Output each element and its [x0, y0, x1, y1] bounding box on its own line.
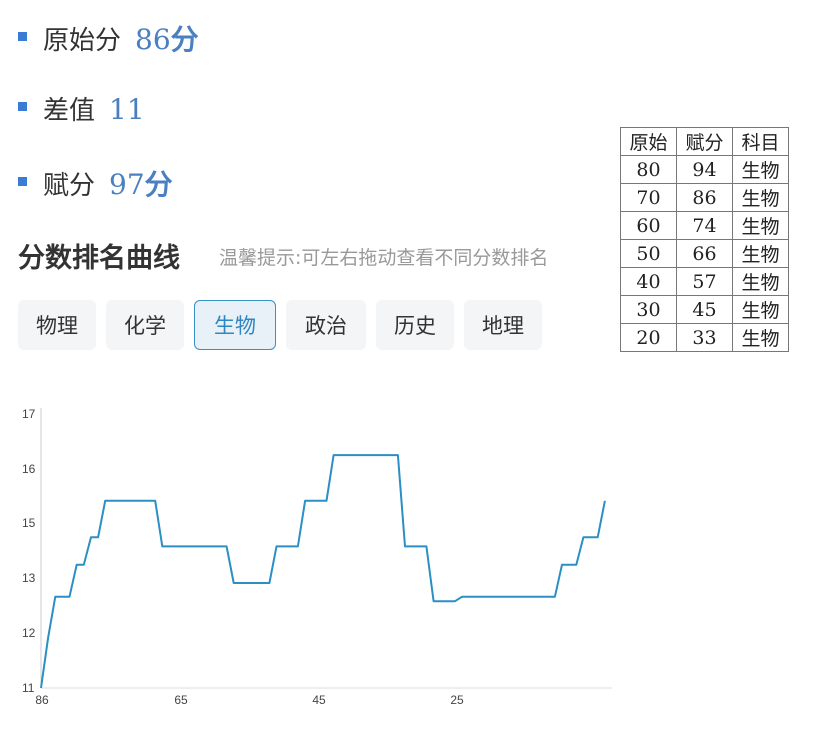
- y-tick-label: 13: [22, 571, 36, 585]
- table-header-cell: 科目: [732, 127, 789, 156]
- table-cell: 45: [676, 295, 733, 324]
- table-cell: 生物: [732, 211, 789, 240]
- table-header-cell: 原始: [620, 127, 677, 156]
- stat-label: 原始分: [43, 26, 122, 56]
- y-tick-label: 15: [22, 516, 36, 530]
- table-row: 40 57 生物: [620, 267, 789, 296]
- stat-difference: 差值 11: [18, 90, 145, 127]
- table-cell: 生物: [732, 295, 789, 324]
- stat-value: 86: [135, 23, 171, 56]
- section-title: 分数排名曲线: [18, 243, 180, 274]
- subject-tabs: 物理 化学 生物 政治 历史 地理: [18, 300, 542, 350]
- x-tick-label: 86: [35, 693, 49, 707]
- table-row: 30 45 生物: [620, 295, 789, 324]
- table-cell: 66: [676, 239, 733, 268]
- table-cell: 57: [676, 267, 733, 296]
- table-cell: 60: [620, 211, 677, 240]
- table-cell: 20: [620, 323, 677, 352]
- table-cell: 86: [676, 183, 733, 212]
- stat-value: 97: [109, 168, 145, 201]
- table-cell: 生物: [732, 267, 789, 296]
- stat-unit: 分: [144, 168, 173, 201]
- stat-label: 差值: [43, 96, 96, 126]
- x-tick-label: 45: [312, 693, 326, 707]
- score-conversion-table: 原始 赋分 科目 80 94 生物 70 86 生物 60 74 生物 50 6…: [620, 127, 789, 352]
- table-row: 20 33 生物: [620, 323, 789, 352]
- table-cell: 30: [620, 295, 677, 324]
- table-row: 70 86 生物: [620, 183, 789, 212]
- table-cell: 94: [676, 155, 733, 184]
- table-cell: 50: [620, 239, 677, 268]
- y-tick-label: 12: [22, 626, 36, 640]
- table-cell: 70: [620, 183, 677, 212]
- bullet-icon: [18, 102, 27, 111]
- y-tick-label: 17: [22, 407, 36, 421]
- table-row: 50 66 生物: [620, 239, 789, 268]
- section-hint: 温馨提示:可左右拖动查看不同分数排名: [219, 247, 549, 269]
- table-cell: 生物: [732, 155, 789, 184]
- table-cell: 生物: [732, 239, 789, 268]
- table-cell: 74: [676, 211, 733, 240]
- stat-raw-score: 原始分 86 分: [18, 18, 199, 58]
- table-cell: 40: [620, 267, 677, 296]
- tab-politics[interactable]: 政治: [286, 300, 366, 350]
- table-cell: 80: [620, 155, 677, 184]
- tab-geography[interactable]: 地理: [464, 300, 542, 350]
- stat-label: 赋分: [43, 171, 96, 201]
- tab-physics[interactable]: 物理: [18, 300, 96, 350]
- table-cell: 生物: [732, 183, 789, 212]
- y-tick-label: 16: [22, 462, 36, 476]
- series-line: [40, 454, 606, 689]
- bullet-icon: [18, 177, 27, 186]
- stat-unit: 分: [170, 23, 199, 56]
- tab-biology[interactable]: 生物: [194, 300, 276, 350]
- table-cell: 33: [676, 323, 733, 352]
- table-header-row: 原始 赋分 科目: [620, 127, 789, 156]
- tab-history[interactable]: 历史: [376, 300, 454, 350]
- stat-assigned-score: 赋分 97 分: [18, 163, 173, 203]
- table-cell: 生物: [732, 323, 789, 352]
- x-tick-label: 65: [174, 693, 188, 707]
- y-tick-label: 11: [22, 681, 35, 695]
- tab-chemistry[interactable]: 化学: [106, 300, 184, 350]
- bullet-icon: [18, 32, 27, 41]
- table-header-cell: 赋分: [676, 127, 733, 156]
- x-tick-label: 25: [450, 693, 464, 707]
- ranking-line-chart[interactable]: 11 12 13 15 16 17 86 65 45 25: [0, 390, 620, 720]
- table-row: 60 74 生物: [620, 211, 789, 240]
- table-row: 80 94 生物: [620, 155, 789, 184]
- stat-value: 11: [109, 93, 145, 126]
